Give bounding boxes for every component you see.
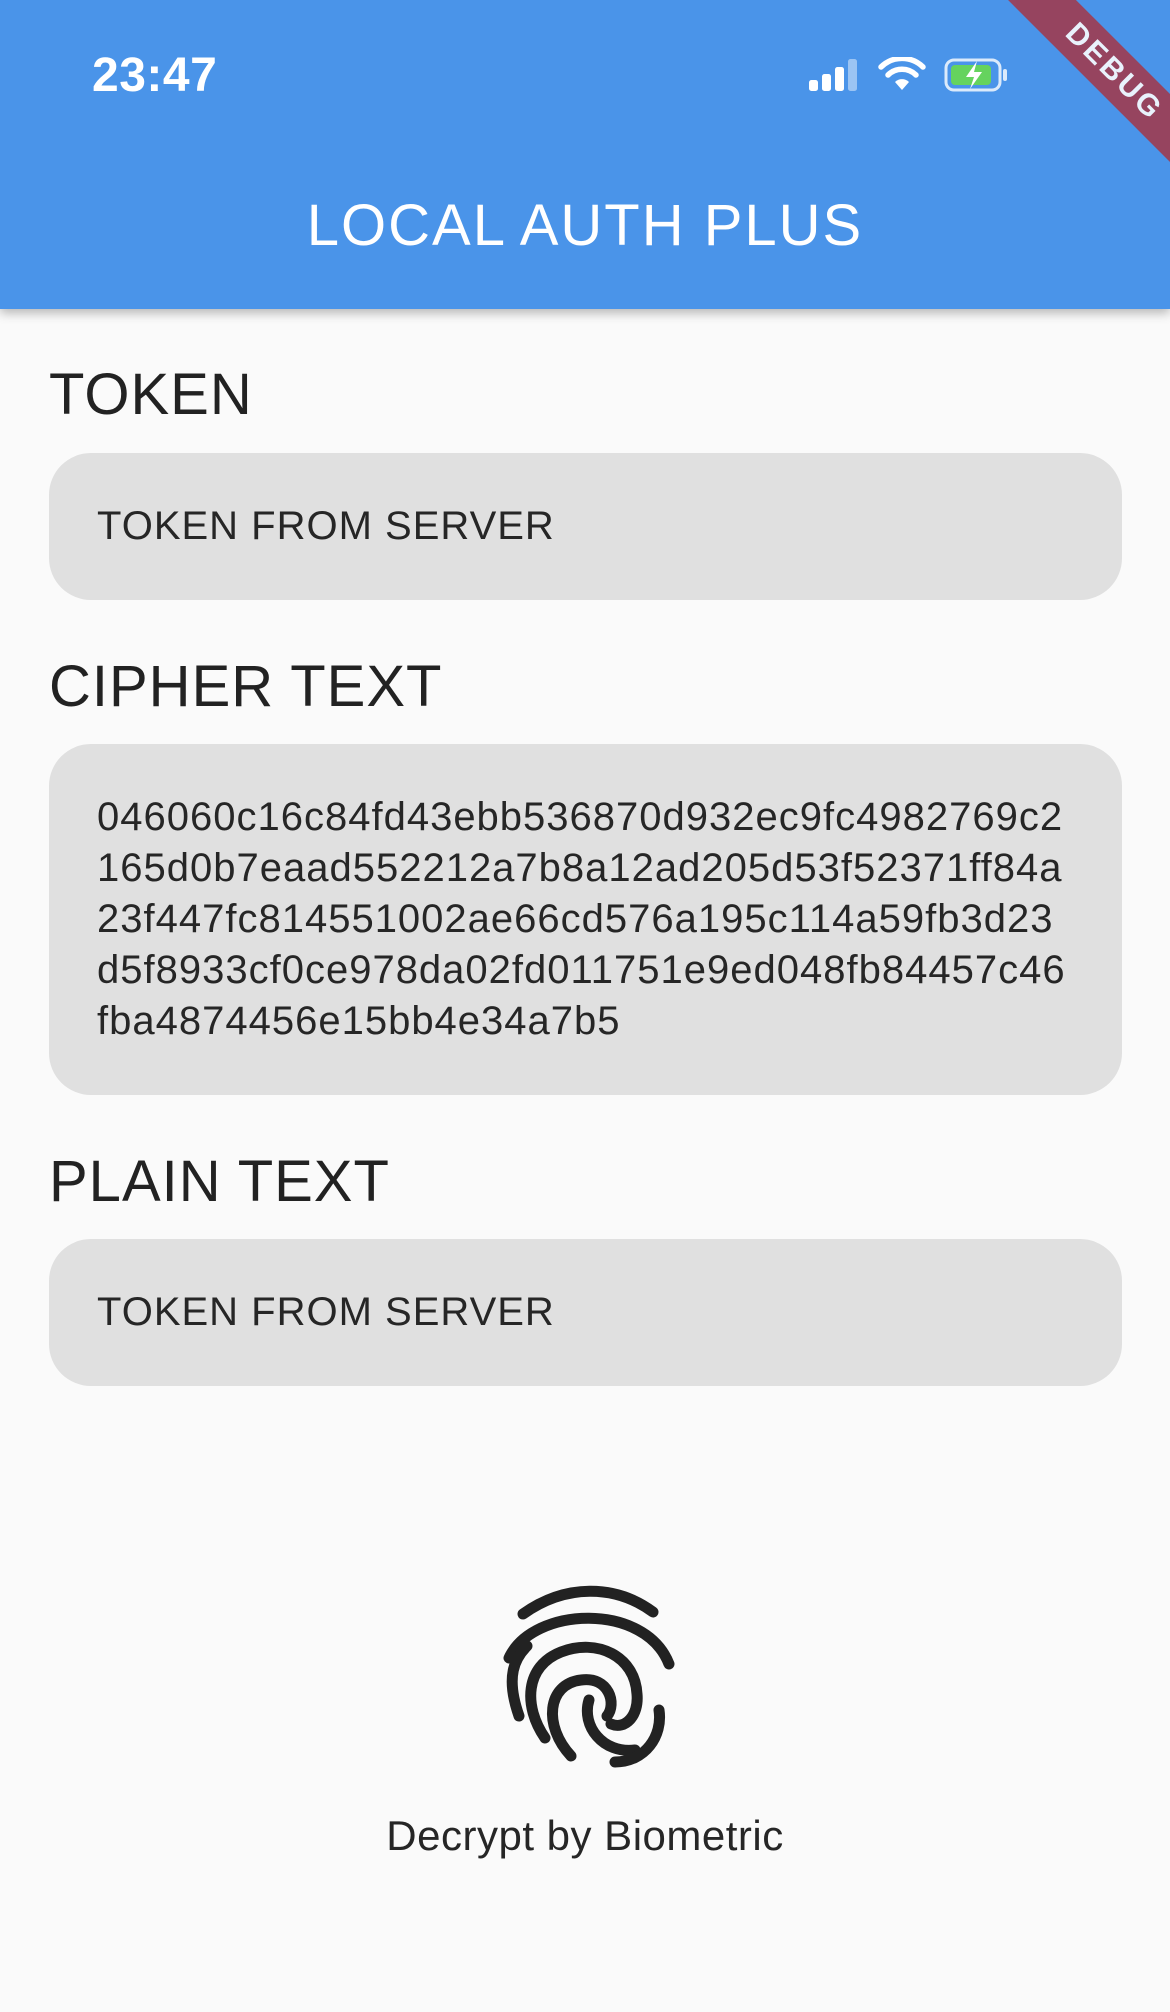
token-value: TOKEN FROM SERVER <box>97 504 555 548</box>
cipher-text-value: 046060c16c84fd43ebb536870d932ec9fc498276… <box>97 795 1066 1043</box>
app-bar: 23:47 LOCAL AUTH PLUS <box>0 0 1170 309</box>
plain-text-value: TOKEN FROM SERVER <box>97 1290 555 1334</box>
status-icons <box>808 52 1010 98</box>
page-title: LOCAL AUTH PLUS <box>306 193 864 258</box>
wifi-icon <box>878 57 926 90</box>
cipher-text-label: CIPHER TEXT <box>49 654 443 719</box>
app-screen: 23:47 LOCAL AUTH PLUS DEBUG TOKEN TOKEN … <box>0 0 1170 2012</box>
battery-charging-icon <box>944 58 1007 92</box>
cipher-text-field[interactable]: 046060c16c84fd43ebb536870d932ec9fc498276… <box>49 744 1122 1095</box>
decrypt-biometric-button[interactable]: Decrypt by Biometric <box>335 1540 835 1880</box>
plain-text-label: PLAIN TEXT <box>49 1149 390 1214</box>
fingerprint-icon <box>503 1585 675 1768</box>
status-time: 23:47 <box>92 49 218 102</box>
decrypt-biometric-label: Decrypt by Biometric <box>386 1812 784 1859</box>
token-label: TOKEN <box>49 362 253 427</box>
signal-icon <box>809 59 857 91</box>
plain-text-field[interactable]: TOKEN FROM SERVER <box>49 1239 1122 1386</box>
token-field[interactable]: TOKEN FROM SERVER <box>49 453 1122 600</box>
